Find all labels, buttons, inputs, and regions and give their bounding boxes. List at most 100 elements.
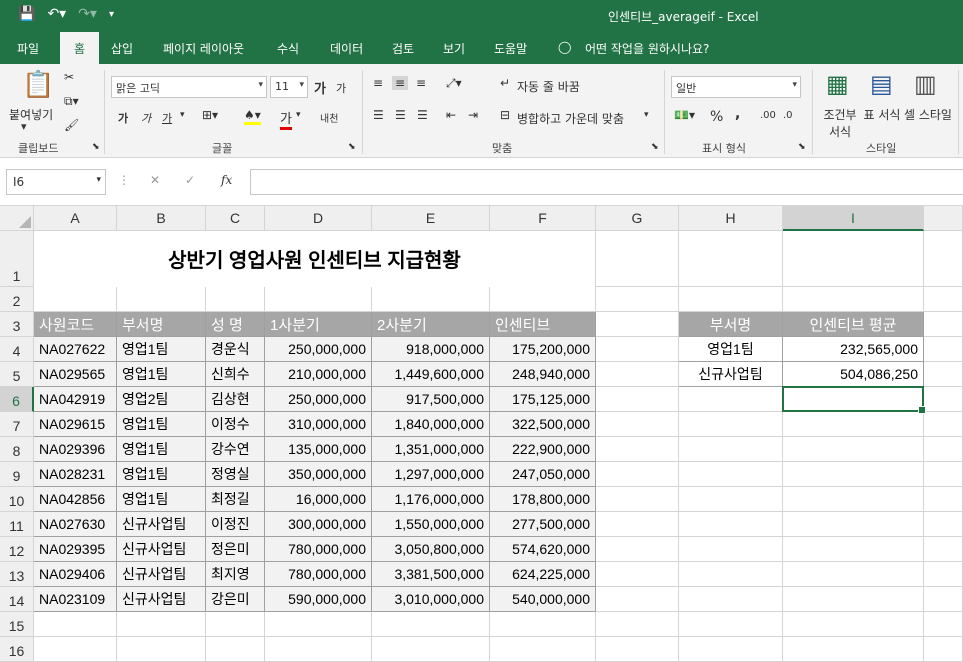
cell[interactable]: [596, 312, 679, 337]
merge-dropdown-icon[interactable]: ▾: [644, 110, 649, 120]
table-cell[interactable]: 신희수: [206, 362, 265, 387]
tab-formulas[interactable]: 수식: [277, 40, 299, 57]
table-cell[interactable]: NA029615: [34, 412, 117, 437]
cut-icon[interactable]: ✂: [64, 70, 74, 84]
cell[interactable]: [679, 287, 783, 312]
enter-icon[interactable]: ✓: [185, 173, 195, 187]
cell[interactable]: [596, 512, 679, 537]
table-cell[interactable]: NA027630: [34, 512, 117, 537]
cell[interactable]: [596, 337, 679, 362]
decrease-decimal-icon[interactable]: .0: [783, 110, 793, 121]
cell[interactable]: [596, 462, 679, 487]
cell[interactable]: [679, 512, 783, 537]
cell[interactable]: [783, 537, 924, 562]
table-cell[interactable]: 277,500,000: [490, 512, 596, 537]
table-cell[interactable]: 1,297,000,000: [372, 462, 490, 487]
cell[interactable]: [265, 637, 372, 662]
cell[interactable]: [924, 337, 963, 362]
cell[interactable]: [596, 412, 679, 437]
table-cell[interactable]: 영업1팀: [117, 462, 206, 487]
cell[interactable]: [679, 637, 783, 662]
increase-indent-icon[interactable]: ⇥: [468, 108, 478, 122]
table-cell[interactable]: 135,000,000: [265, 437, 372, 462]
name-box[interactable]: I6: [6, 169, 106, 195]
save-icon[interactable]: 💾: [18, 6, 35, 22]
cell[interactable]: [679, 412, 783, 437]
cell[interactable]: [679, 562, 783, 587]
table-cell[interactable]: 210,000,000: [265, 362, 372, 387]
dialog-launcher-icon[interactable]: ⬊: [92, 142, 100, 152]
cell[interactable]: [924, 387, 963, 412]
row-header-10[interactable]: 10: [0, 487, 34, 512]
table-cell[interactable]: 이정진: [206, 512, 265, 537]
borders-icon[interactable]: ⊞▾: [202, 108, 218, 122]
cell-styles-icon[interactable]: ▥: [914, 70, 937, 98]
row-header-4[interactable]: 4: [0, 337, 34, 362]
number-format-select[interactable]: 일반: [671, 76, 801, 98]
accounting-format-icon[interactable]: 💵▾: [674, 108, 695, 122]
cell[interactable]: [924, 587, 963, 612]
table-cell[interactable]: 918,000,000: [372, 337, 490, 362]
cell[interactable]: [783, 437, 924, 462]
table-cell[interactable]: 300,000,000: [265, 512, 372, 537]
row-header-14[interactable]: 14: [0, 587, 34, 612]
cancel-icon[interactable]: ✕: [150, 173, 160, 187]
paste-dropdown-icon[interactable]: ▾: [21, 120, 27, 133]
table-cell[interactable]: NA029395: [34, 537, 117, 562]
table-cell[interactable]: 신규사업팀: [117, 512, 206, 537]
table-cell[interactable]: NA027622: [34, 337, 117, 362]
select-all-corner[interactable]: [0, 206, 34, 231]
table-cell[interactable]: 1,550,000,000: [372, 512, 490, 537]
cell[interactable]: [596, 287, 679, 312]
cell[interactable]: [490, 287, 596, 312]
cell[interactable]: [924, 412, 963, 437]
cell[interactable]: [924, 437, 963, 462]
paste-button[interactable]: 붙여넣기: [9, 106, 53, 123]
table-cell[interactable]: 175,125,000: [490, 387, 596, 412]
cell[interactable]: [490, 637, 596, 662]
summary-average-cell[interactable]: 504,086,250: [783, 362, 924, 387]
cell[interactable]: [679, 387, 783, 412]
wrap-text-button[interactable]: 자동 줄 바꿈: [517, 78, 580, 95]
bold-button[interactable]: 가: [118, 110, 128, 126]
row-header-2[interactable]: 2: [0, 287, 34, 312]
table-header-cell[interactable]: 1사분기: [265, 312, 372, 337]
table-cell[interactable]: 영업1팀: [117, 412, 206, 437]
summary-dept-cell[interactable]: 신규사업팀: [679, 362, 783, 387]
italic-button[interactable]: 가: [141, 110, 151, 126]
table-cell[interactable]: NA029396: [34, 437, 117, 462]
column-header-c[interactable]: C: [206, 206, 265, 231]
table-cell[interactable]: 250,000,000: [265, 337, 372, 362]
cell[interactable]: [265, 612, 372, 637]
cell[interactable]: [117, 287, 206, 312]
align-top-icon[interactable]: ≡: [373, 76, 383, 90]
cell[interactable]: [265, 287, 372, 312]
cell[interactable]: [679, 437, 783, 462]
table-cell[interactable]: 최정길: [206, 487, 265, 512]
table-cell[interactable]: 248,940,000: [490, 362, 596, 387]
column-header-h[interactable]: H: [679, 206, 783, 231]
table-cell[interactable]: 917,500,000: [372, 387, 490, 412]
cell[interactable]: [596, 231, 679, 287]
cell[interactable]: [783, 231, 924, 287]
table-cell[interactable]: 247,050,000: [490, 462, 596, 487]
conditional-formatting-button[interactable]: 조건부 서식: [820, 106, 860, 140]
underline-dropdown-icon[interactable]: ▾: [180, 110, 185, 120]
cell[interactable]: [924, 312, 963, 337]
tab-view[interactable]: 보기: [443, 40, 465, 57]
cell[interactable]: [34, 637, 117, 662]
table-cell[interactable]: 1,840,000,000: [372, 412, 490, 437]
table-cell[interactable]: 780,000,000: [265, 562, 372, 587]
table-cell[interactable]: 310,000,000: [265, 412, 372, 437]
column-header-g[interactable]: G: [596, 206, 679, 231]
cell-styles-button[interactable]: 셀 스타일: [904, 106, 952, 123]
table-header-cell[interactable]: 인센티브: [490, 312, 596, 337]
table-cell[interactable]: 540,000,000: [490, 587, 596, 612]
row-header-3[interactable]: 3: [0, 312, 34, 337]
table-cell[interactable]: 1,351,000,000: [372, 437, 490, 462]
format-as-table-icon[interactable]: ▤: [870, 70, 893, 98]
table-cell[interactable]: 최지영: [206, 562, 265, 587]
cell[interactable]: [924, 512, 963, 537]
align-bottom-icon[interactable]: ≡: [416, 76, 426, 90]
table-cell[interactable]: 16,000,000: [265, 487, 372, 512]
